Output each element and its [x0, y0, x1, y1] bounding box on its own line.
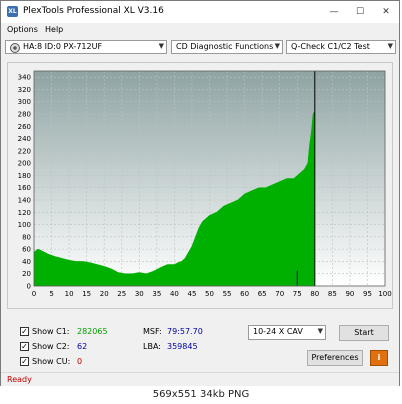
lba-value: 359845: [167, 342, 198, 351]
speed-select[interactable]: 10-24 X CAV ▼: [248, 325, 326, 340]
x-tick-label: 30: [135, 290, 144, 298]
y-tick-label: 220: [18, 147, 31, 155]
x-tick-label: 95: [363, 290, 372, 298]
x-tick-label: 10: [65, 290, 74, 298]
y-tick-label: 80: [22, 233, 31, 241]
minimize-button[interactable]: —: [321, 1, 347, 23]
x-tick-label: 35: [152, 290, 161, 298]
y-tick-label: 320: [18, 86, 31, 94]
info-button[interactable]: i: [370, 350, 388, 366]
lba-label: LBA:: [143, 342, 161, 351]
menu-bar: Options Help: [1, 23, 399, 37]
x-tick-label: 55: [223, 290, 232, 298]
c2-value: 62: [77, 342, 88, 351]
title-bar: XL PlexTools Professional XL V3.16 — ☐ ✕: [1, 1, 399, 23]
maximize-button[interactable]: ☐: [347, 1, 373, 23]
drive-select-value: HA:8 ID:0 PX-712UF: [23, 42, 103, 51]
y-tick-label: 260: [18, 123, 31, 131]
chevron-down-icon: ▼: [274, 42, 280, 50]
show-c1-label: Show C1:: [32, 327, 70, 336]
results-panel: ✓ Show C1: 282065 ✓ Show C2: 62 ✓ Show C…: [1, 319, 399, 369]
start-button[interactable]: Start: [339, 325, 389, 341]
c1-value: 282065: [77, 327, 108, 336]
x-tick-label: 20: [100, 290, 109, 298]
y-tick-label: 160: [18, 184, 31, 192]
show-c1-checkbox[interactable]: ✓: [20, 327, 29, 336]
y-tick-label: 300: [18, 98, 31, 106]
x-tick-label: 45: [187, 290, 196, 298]
c1-c2-chart: 0204060801001201401601802002202402602803…: [18, 70, 392, 298]
x-tick-label: 100: [378, 290, 391, 298]
y-tick-label: 0: [27, 283, 31, 291]
y-tick-label: 60: [22, 246, 31, 254]
y-tick-label: 240: [18, 135, 31, 143]
menu-options[interactable]: Options: [7, 25, 38, 34]
x-tick-label: 65: [258, 290, 267, 298]
chevron-down-icon: ▼: [387, 42, 393, 50]
show-cu-checkbox[interactable]: ✓: [20, 357, 29, 366]
x-tick-label: 70: [275, 290, 284, 298]
y-tick-label: 100: [18, 221, 31, 229]
status-bar: Ready: [1, 372, 399, 387]
y-tick-label: 200: [18, 160, 31, 168]
x-tick-label: 60: [240, 290, 249, 298]
y-tick-label: 20: [22, 270, 31, 278]
x-tick-label: 40: [170, 290, 179, 298]
function-select-value: CD Diagnostic Functions: [176, 42, 274, 51]
x-tick-label: 50: [205, 290, 214, 298]
window-title: PlexTools Professional XL V3.16: [23, 6, 164, 16]
show-cu-label: Show CU:: [32, 357, 71, 366]
preferences-button[interactable]: Preferences: [307, 350, 363, 366]
function-select[interactable]: CD Diagnostic Functions ▼: [171, 40, 283, 54]
y-tick-label: 120: [18, 209, 31, 217]
image-caption: 569x551 34kb PNG: [0, 386, 402, 404]
toolbar: HA:8 ID:0 PX-712UF ▼ CD Diagnostic Funct…: [1, 38, 399, 58]
msf-label: MSF:: [143, 327, 162, 336]
x-tick-label: 75: [293, 290, 302, 298]
y-tick-label: 140: [18, 197, 31, 205]
x-tick-label: 80: [310, 290, 319, 298]
show-c2-label: Show C2:: [32, 342, 70, 351]
app-icon: XL: [7, 6, 18, 17]
drive-select[interactable]: HA:8 ID:0 PX-712UF ▼: [5, 40, 167, 54]
test-select[interactable]: Q-Check C1/C2 Test ▼: [286, 40, 396, 54]
x-tick-label: 85: [328, 290, 337, 298]
test-select-value: Q-Check C1/C2 Test: [291, 42, 370, 51]
chevron-down-icon: ▼: [158, 42, 164, 50]
disc-drive-icon: [10, 43, 20, 53]
y-tick-label: 40: [22, 258, 31, 266]
x-tick-label: 15: [82, 290, 91, 298]
x-tick-label: 25: [117, 290, 126, 298]
show-c2-checkbox[interactable]: ✓: [20, 342, 29, 351]
msf-value: 79:57.70: [167, 327, 203, 336]
cu-value: 0: [77, 357, 83, 366]
speed-select-value: 10-24 X CAV: [253, 327, 303, 336]
x-tick-label: 5: [49, 290, 53, 298]
menu-help[interactable]: Help: [45, 25, 63, 34]
x-tick-label: 90: [345, 290, 354, 298]
status-text: Ready: [7, 375, 32, 384]
x-tick-label: 0: [32, 290, 36, 298]
y-tick-label: 280: [18, 111, 31, 119]
app-window: XL PlexTools Professional XL V3.16 — ☐ ✕…: [0, 0, 400, 387]
close-button[interactable]: ✕: [373, 1, 399, 23]
y-tick-label: 180: [18, 172, 31, 180]
chart-panel: 0 20 40 60 80 100 120 140 160 180 200 220 240 260 280 3…: [7, 62, 393, 309]
y-tick-label: 340: [18, 74, 31, 82]
chevron-down-icon: ▼: [317, 327, 323, 335]
